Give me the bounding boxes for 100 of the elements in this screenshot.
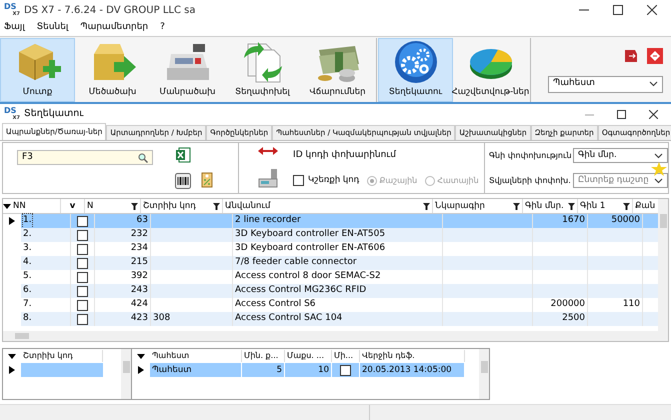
- menu-item[interactable]: ?: [160, 21, 165, 35]
- table-cell-text: 215: [130, 256, 148, 270]
- gears-icon: [392, 40, 438, 84]
- column-header[interactable]: Մի...: [332, 350, 360, 362]
- toolbar-button[interactable]: Վճարումներ: [300, 38, 375, 102]
- checkbox[interactable]: [77, 272, 88, 282]
- table-cell: 20.05.2013 14:05:00: [362, 364, 452, 376]
- filter-icon[interactable]: [423, 202, 430, 210]
- table-cell-text: 6.: [23, 284, 32, 298]
- radio-label: Հատային: [437, 174, 479, 187]
- table-cell-text: 4.: [23, 256, 32, 270]
- filter-icon[interactable]: [513, 202, 520, 210]
- table-cell-text: 2.: [23, 228, 32, 242]
- logout-icon[interactable]: [623, 48, 639, 64]
- column-header[interactable]: NN: [11, 199, 61, 213]
- table-row[interactable]: 2. 232 3D Keyboard controller EN-AT505: [21, 228, 658, 242]
- chevron-down-icon: [649, 81, 658, 87]
- diamond-arrow-icon[interactable]: [647, 48, 663, 64]
- toolbar-button[interactable]: Մանրածախ: [150, 38, 225, 102]
- search-field[interactable]: F3: [17, 150, 153, 165]
- table-cell: Պահեստ: [152, 364, 192, 376]
- current-row-icon: [9, 366, 15, 374]
- toolbar-button[interactable]: Մուտք: [0, 38, 75, 102]
- filter-icon[interactable]: [213, 202, 220, 210]
- column-header[interactable]: Վերջին դեֆ.: [360, 350, 465, 362]
- vertical-scrollbar[interactable]: [479, 349, 489, 399]
- column-header[interactable]: Շտրիխ կոդ: [21, 350, 103, 362]
- price-tag-icon[interactable]: [199, 171, 215, 189]
- table-cell-text: 1670: [562, 214, 585, 228]
- current-row-icon: [9, 217, 15, 225]
- checkbox[interactable]: [77, 244, 88, 254]
- swap-arrows-icon[interactable]: [258, 147, 278, 155]
- data-change-select[interactable]: Ընտրեք դաշտը: [573, 173, 668, 188]
- menu-item[interactable]: Տեսնել: [36, 21, 68, 35]
- close-icon[interactable]: [648, 110, 658, 118]
- table-cell-text: Access Control S6: [235, 298, 316, 312]
- table-cell-text: Access control 8 door SEMAC-S2: [235, 270, 381, 284]
- checkbox[interactable]: [77, 230, 88, 240]
- child-window-title: Տեղեկատու: [24, 106, 84, 121]
- window-title: DS X7 - 7.6.24 - DV GROUP LLC sa: [24, 4, 196, 18]
- vertical-scrollbar[interactable]: [658, 199, 668, 331]
- table-row[interactable]: Պահեստ 5 10 20.05.2013 14:05:00: [132, 363, 479, 377]
- checkbox[interactable]: [340, 364, 351, 376]
- column-header[interactable]: Մաքս. ...: [285, 350, 332, 362]
- checkbox[interactable]: [293, 175, 304, 186]
- table-row[interactable]: 4. 215 7/8 feeder cable connector: [21, 256, 658, 270]
- menu-item[interactable]: Պարամետրեր: [80, 21, 148, 35]
- price-change-select[interactable]: Գին մնր.: [573, 148, 668, 163]
- dropdown-triangle-icon[interactable]: [8, 354, 16, 358]
- table-row[interactable]: 6. 243 Access Control MG236C RFID: [21, 284, 658, 298]
- checkbox[interactable]: [77, 286, 88, 296]
- table-cell-text: 423: [130, 312, 148, 326]
- vertical-scrollbar[interactable]: [121, 349, 131, 399]
- table-row[interactable]: 1. 63 2 line recorder 1670 50000: [21, 214, 658, 228]
- column-header[interactable]: Պահեստ: [150, 350, 242, 362]
- column-header[interactable]: v: [61, 199, 85, 213]
- price-change-label: Գնի փոփոխություն: [489, 150, 569, 162]
- filter-icon[interactable]: [131, 202, 138, 210]
- maximize-icon[interactable]: [616, 110, 626, 118]
- toolbar-button[interactable]: Հաշվետվութ-ներ: [453, 38, 528, 102]
- table-cell: 10: [318, 364, 329, 376]
- table-cell-text: 50000: [611, 214, 640, 228]
- column-header[interactable]: Շտրիխ կոդ: [141, 199, 223, 213]
- barcode-icon[interactable]: [175, 173, 191, 189]
- table-cell: 1.: [23, 214, 32, 228]
- checkbox[interactable]: [77, 258, 88, 268]
- toolbar-button[interactable]: Տեղափոխել: [225, 38, 300, 102]
- checkbox[interactable]: [77, 314, 88, 324]
- filter-icon[interactable]: [623, 202, 630, 210]
- maximize-icon[interactable]: [613, 5, 623, 15]
- column-header[interactable]: Գին մնր.: [523, 199, 578, 213]
- horizontal-scrollbar[interactable]: [3, 331, 668, 341]
- filter-icon[interactable]: [568, 202, 575, 210]
- dropdown-triangle-icon[interactable]: [137, 354, 145, 358]
- star-icon[interactable]: [651, 162, 667, 176]
- menu-item[interactable]: Ֆայլ: [4, 21, 25, 35]
- radio-label: Քաշային: [379, 174, 418, 187]
- checkbox[interactable]: [77, 216, 88, 226]
- checkbox[interactable]: [77, 300, 88, 310]
- table-cell-text: Access Control MG236C RFID: [235, 284, 366, 298]
- warehouse-select[interactable]: Պահեստ: [548, 76, 663, 92]
- table-row[interactable]: 8. 423 308 Access Control SAC 104 2500: [21, 312, 658, 326]
- table-cell-text: 7/8 feeder cable connector: [235, 256, 357, 270]
- excel-icon[interactable]: [175, 147, 191, 163]
- table-cell-text: 424: [130, 298, 148, 312]
- toolbar-button[interactable]: Մեծածախ: [75, 38, 150, 102]
- table-cell-text: Access Control SAC 104: [235, 312, 342, 326]
- table-cell-text: 3D Keyboard controller EN-AT505: [235, 228, 386, 242]
- column-header[interactable]: Անվանում: [223, 199, 433, 213]
- toolbar-button[interactable]: Տեղեկատու: [378, 38, 453, 102]
- close-icon[interactable]: [647, 5, 657, 15]
- column-header[interactable]: Գին 1: [578, 199, 633, 213]
- table-cell-text: 234: [130, 242, 148, 256]
- table-cell-text: 3.: [23, 242, 32, 256]
- column-header[interactable]: Նկարագիր: [433, 199, 523, 213]
- column-header[interactable]: N: [85, 199, 141, 213]
- table-cell-text: 200000: [550, 298, 585, 312]
- column-header[interactable]: Մին. ք...: [242, 350, 285, 362]
- scale-icon[interactable]: [257, 167, 280, 189]
- dropdown-triangle-icon[interactable]: [3, 204, 11, 208]
